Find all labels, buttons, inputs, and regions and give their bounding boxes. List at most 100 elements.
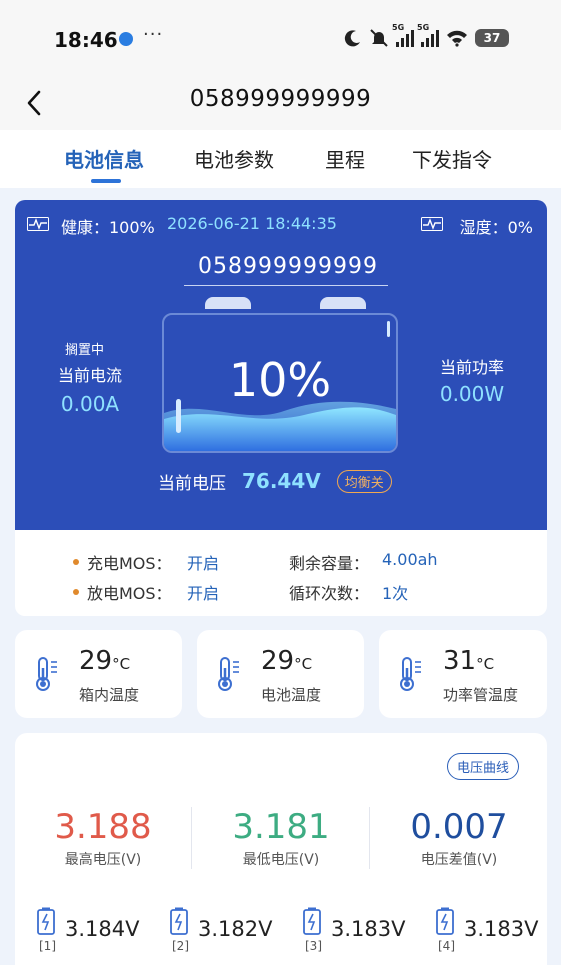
voltage-diff-label: 电压差值(V) [420, 852, 498, 868]
battery-terminal [320, 297, 366, 309]
battery-state: 搁置中 [65, 343, 105, 358]
cycle-count-value: 1次 [382, 584, 409, 603]
min-voltage-label: 最低电压(V) [242, 852, 320, 868]
cell-voltage-item: 3.182V [2] [148, 903, 272, 963]
header: 058999999999 [0, 76, 561, 130]
device-id: 058999999999 [198, 254, 378, 279]
discharge-mos-label: 放电MOS： [87, 584, 172, 603]
cell-voltage-item: 3.183V [3] [281, 903, 405, 963]
voltage-label: 当前电压 [158, 473, 226, 494]
device-id-underline [184, 285, 388, 286]
remaining-capacity-value: 4.00ah [382, 550, 438, 569]
temp-card-battery: 29°C 电池温度 [197, 630, 364, 718]
temp-card-mosfet: 31°C 功率管温度 [379, 630, 547, 718]
discharge-mos-value: 开启 [187, 584, 220, 603]
signal-icon: 5G [417, 23, 439, 47]
moon-icon [344, 30, 360, 47]
mute-icon [370, 29, 388, 47]
battery-terminal [205, 297, 251, 309]
balance-status-badge: 均衡关 [336, 469, 392, 493]
cell-voltage-value: 3.183V [464, 917, 539, 941]
cell-index: [1] [39, 939, 56, 953]
tab-battery-params[interactable]: 电池参数 [194, 144, 274, 173]
tab-bar: 电池信息 电池参数 里程 下发指令 [0, 130, 561, 188]
status-time: 18:46 [54, 28, 118, 52]
temp-box-label: 箱内温度 [79, 686, 140, 704]
battery-highlight [387, 321, 390, 337]
more-notifications-icon: ··· [143, 24, 164, 45]
remaining-capacity-label: 剩余容量： [289, 554, 370, 573]
wifi-icon [447, 30, 467, 47]
tab-indicator [91, 179, 121, 183]
cell-voltage-item: 3.184V [1] [15, 903, 139, 963]
max-voltage-value: 3.188 [54, 807, 152, 847]
max-voltage-label: 最高电压(V) [64, 852, 142, 868]
voltage-curve-button[interactable]: 电压曲线 [446, 753, 519, 780]
status-dot [73, 559, 79, 565]
thermometer-icon [400, 657, 421, 691]
update-timestamp: 2026-06-21 18:44:35 [167, 214, 337, 233]
cell-index: [4] [438, 939, 455, 953]
voltage-stats-card: 电压曲线 3.188 最高电压(V) 3.181 最低电压(V) 0.007 电… [15, 733, 547, 965]
voltage-value: 76.44V [242, 469, 321, 493]
voltage-diff-stat: 0.007 电压差值(V) [371, 807, 547, 869]
tab-send-command[interactable]: 下发指令 [412, 144, 492, 173]
thermometer-icon [218, 657, 239, 691]
cell-voltage-value: 3.183V [331, 917, 406, 941]
pulse-icon [27, 217, 49, 231]
status-icons: 5G 5G 37 [344, 23, 509, 50]
temp-mosfet-value: 31°C [443, 646, 494, 676]
cell-index: [2] [172, 939, 189, 953]
battery-status-card: 健康：100% 2026-06-21 18:44:35 湿度：0% 058999… [15, 200, 547, 530]
min-voltage-stat: 3.181 最低电压(V) [193, 807, 369, 869]
status-dot [73, 589, 79, 595]
temp-unit: °C [294, 655, 313, 673]
signal-icon: 5G [392, 23, 414, 47]
temp-battery-value: 29°C [261, 646, 312, 676]
temp-mosfet-label: 功率管温度 [443, 686, 519, 704]
power-value: 0.00W [439, 382, 505, 406]
page-title: 058999999999 [189, 86, 372, 112]
cell-battery-icon [303, 907, 321, 935]
health-label: 健康：100% [61, 218, 155, 237]
cell-index: [3] [305, 939, 322, 953]
power-label: 当前功率 [439, 358, 504, 377]
mos-info-card: 充电MOS： 开启 放电MOS： 开启 剩余容量： 4.00ah 循环次数： 1… [15, 530, 547, 616]
voltage-diff-value: 0.007 [410, 807, 508, 847]
thermometer-icon [36, 657, 57, 691]
humidity-label: 湿度：0% [459, 218, 533, 237]
cycle-count-label: 循环次数： [289, 584, 370, 603]
current-value: 0.00A [60, 392, 120, 416]
divider [369, 807, 370, 869]
temp-number: 31 [443, 646, 477, 676]
network-type: 5G [417, 23, 430, 32]
temp-number: 29 [79, 646, 113, 676]
temp-card-box: 29°C 箱内温度 [15, 630, 182, 718]
cell-battery-icon [436, 907, 454, 935]
cell-voltage-item: 3.183V [4] [414, 903, 538, 963]
network-type: 5G [392, 23, 405, 32]
charge-mos-item: 充电MOS： [73, 550, 172, 574]
temp-number: 29 [261, 646, 295, 676]
battery-icon: 37 [475, 29, 509, 47]
temp-unit: °C [476, 655, 495, 673]
divider [191, 807, 192, 869]
temp-unit: °C [112, 655, 131, 673]
discharge-mos-item: 放电MOS： [73, 580, 172, 604]
tab-battery-info[interactable]: 电池信息 [64, 144, 144, 173]
battery-graphic: 10% [162, 313, 398, 453]
charge-mos-label: 充电MOS： [87, 554, 172, 573]
temp-box-value: 29°C [79, 646, 130, 676]
min-voltage-value: 3.181 [232, 807, 330, 847]
max-voltage-stat: 3.188 最高电压(V) [15, 807, 191, 869]
voltage-row: 当前电压 76.44V 均衡关 [158, 468, 392, 494]
temp-battery-label: 电池温度 [261, 686, 322, 704]
charge-mos-value: 开启 [187, 554, 220, 573]
cell-voltage-value: 3.182V [198, 917, 273, 941]
status-bar: 18:46 ··· 5G 5G 37 [0, 0, 561, 76]
current-label: 当前电流 [57, 366, 122, 385]
battery-percent: 10% [228, 353, 332, 407]
tab-mileage[interactable]: 里程 [325, 144, 365, 173]
cell-battery-icon [37, 907, 55, 935]
app-notification-icon [119, 32, 133, 46]
